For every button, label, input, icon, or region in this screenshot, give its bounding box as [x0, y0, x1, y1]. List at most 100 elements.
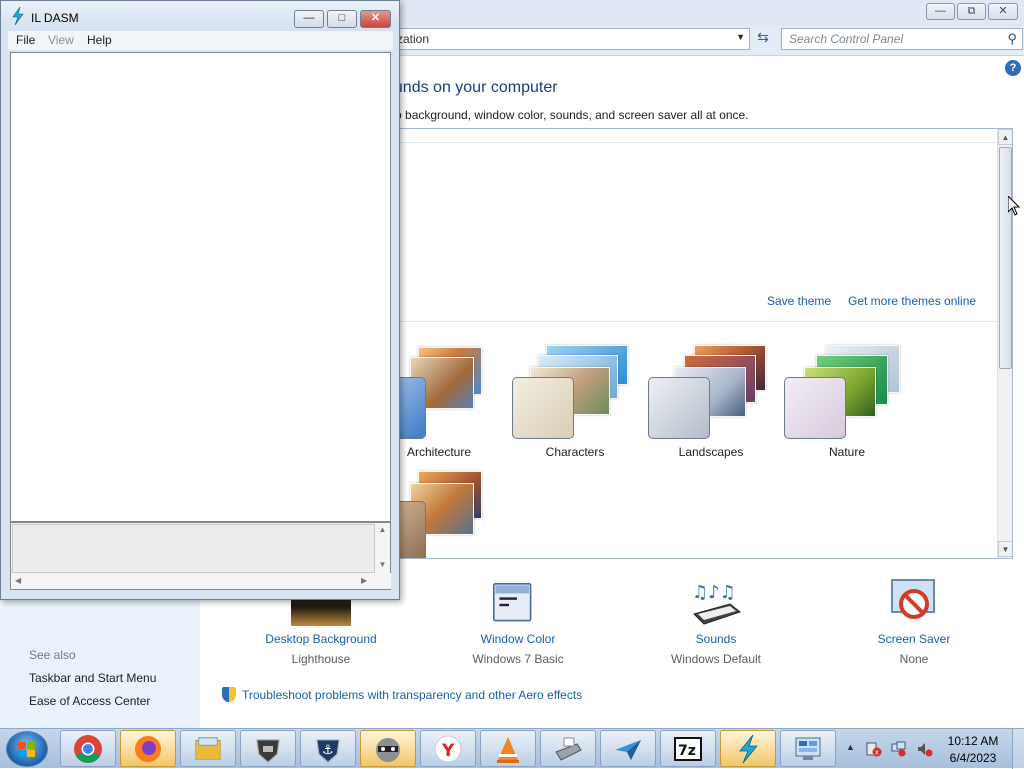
control-panel-icon — [795, 737, 821, 760]
theme-label: Landscapes — [678, 445, 744, 459]
windows-logo-icon — [18, 742, 35, 757]
scroll-up-icon[interactable]: ▲ — [375, 525, 390, 534]
divider — [386, 142, 998, 143]
restore-button[interactable]: ⧉ — [957, 3, 986, 20]
shield-icon — [222, 687, 236, 702]
minimize-button[interactable]: — — [926, 3, 955, 20]
taskbar-7zip[interactable]: 7z — [660, 730, 716, 767]
bottom-item-title[interactable]: Screen Saver — [839, 632, 989, 646]
refresh-icon[interactable]: ⇆ — [752, 29, 774, 49]
search-input[interactable]: Search Control Panel ⚲ — [781, 28, 1023, 50]
close-button[interactable]: ✕ — [988, 3, 1018, 20]
close-button[interactable]: ✕ — [360, 10, 391, 28]
menu-bar: File View Help — [8, 31, 393, 50]
search-placeholder: Search Control Panel — [789, 32, 904, 46]
taskbar-world-of-warships[interactable]: ⚓ — [300, 730, 356, 767]
taskbar-start-menu-link[interactable]: Taskbar and Start Menu — [29, 671, 156, 685]
theme-basic[interactable] — [386, 469, 504, 558]
screen-saver-item[interactable]: Screen Saver None — [839, 578, 989, 670]
save-theme-link[interactable]: Save theme — [767, 294, 831, 308]
raccoon-app-icon — [376, 738, 400, 762]
divider — [386, 321, 998, 322]
theme-thumbnail — [648, 377, 710, 439]
paper-plane-app-icon — [615, 740, 641, 760]
theme-landscapes[interactable]: Landscapes — [646, 345, 776, 465]
menu-view[interactable]: View — [48, 33, 74, 47]
bottom-item-title[interactable]: Window Color — [443, 632, 593, 646]
help-icon[interactable]: ? — [1005, 60, 1021, 76]
address-bar[interactable]: zation ▼ — [390, 28, 750, 50]
taskbar-ildasm[interactable] — [720, 730, 776, 767]
chrome-icon — [74, 735, 102, 763]
theme-architecture[interactable]: Architecture — [386, 345, 504, 465]
vertical-scrollbar[interactable]: ▲ ▼ — [997, 129, 1012, 558]
start-button[interactable] — [6, 731, 48, 767]
page-description: top background, window color, sounds, an… — [385, 108, 749, 122]
scroll-up-icon[interactable]: ▲ — [998, 129, 1012, 145]
theme-nature[interactable]: Nature — [782, 345, 912, 465]
troubleshoot-text[interactable]: Troubleshoot problems with transparency … — [242, 688, 582, 702]
bottom-item-value: Lighthouse — [291, 652, 351, 666]
network-icon[interactable] — [891, 741, 907, 757]
menu-help[interactable]: Help — [87, 33, 112, 47]
tree-view[interactable] — [10, 52, 391, 522]
svg-text:7z: 7z — [678, 743, 696, 759]
ildasm-titlebar[interactable]: IL DASM — □ ✕ — [1, 1, 399, 31]
7zip-icon: 7z — [674, 737, 702, 761]
volume-muted-icon[interactable] — [917, 741, 933, 757]
taskbar-paper-plane-app[interactable] — [600, 730, 656, 767]
scroll-thumb[interactable] — [999, 147, 1012, 369]
output-pane[interactable]: ▲ ▼ ◀ ▶ — [10, 522, 391, 590]
taskbar-yandex-browser[interactable]: Y — [420, 730, 476, 767]
taskbar-world-of-tanks[interactable] — [240, 730, 296, 767]
output-horizontal-scrollbar[interactable]: ◀ ▶ — [11, 573, 391, 589]
theme-label: Architecture — [406, 445, 472, 459]
yandex-browser-icon: Y — [434, 735, 462, 763]
page-title: ounds on your computer — [385, 79, 558, 96]
file-explorer-icon — [195, 737, 221, 760]
svg-text:♫♪♫: ♫♪♫ — [692, 582, 736, 603]
output-vertical-scrollbar[interactable]: ▲ ▼ — [375, 523, 390, 573]
troubleshoot-link[interactable]: Troubleshoot problems with transparency … — [222, 687, 582, 702]
theme-characters[interactable]: Characters — [510, 345, 640, 465]
window-color-item[interactable]: Window Color Windows 7 Basic — [443, 578, 593, 670]
output-text-area[interactable] — [12, 524, 375, 573]
ildasm-window: IL DASM — □ ✕ File View Help ▲ ▼ ◀ ▶ — [0, 0, 400, 600]
minimize-button[interactable]: — — [294, 10, 324, 28]
sidebar: See also Taskbar and Start Menu Ease of … — [0, 600, 200, 728]
clock-time[interactable]: 10:12 AM — [944, 734, 1002, 748]
taskbar-control-panel[interactable] — [780, 730, 836, 767]
ildasm-app-icon — [12, 7, 24, 25]
scroll-down-icon[interactable]: ▼ — [375, 560, 390, 569]
maximize-button[interactable]: □ — [327, 10, 357, 28]
scroll-right-icon[interactable]: ▶ — [361, 576, 367, 585]
show-desktop-button[interactable] — [1012, 729, 1024, 769]
bottom-item-title[interactable]: Sounds — [641, 632, 791, 646]
taskbar-file-explorer[interactable] — [180, 730, 236, 767]
ildasm-icon — [739, 734, 758, 764]
address-text: zation — [397, 32, 430, 46]
bottom-item-value: Windows Default — [670, 652, 762, 666]
bottom-item-title[interactable]: Desktop Background — [246, 632, 396, 646]
action-center-icon[interactable]: x — [866, 741, 882, 757]
taskbar-raccoon-app[interactable] — [360, 730, 416, 767]
address-dropdown-icon[interactable]: ▼ — [736, 32, 745, 42]
ease-of-access-link[interactable]: Ease of Access Center — [29, 694, 150, 708]
show-hidden-icons-icon[interactable]: ▲ — [846, 742, 855, 752]
search-icon[interactable]: ⚲ — [1007, 31, 1017, 47]
taskbar-chrome[interactable] — [60, 730, 116, 767]
taskbar-scanner[interactable] — [540, 730, 596, 767]
taskbar-firefox[interactable] — [120, 730, 176, 767]
clock-date[interactable]: 6/4/2023 — [944, 751, 1002, 765]
world-of-tanks-icon — [256, 739, 280, 763]
window-color-icon — [493, 583, 532, 622]
taskbar-vlc[interactable] — [480, 730, 536, 767]
svg-text:⚓: ⚓ — [322, 743, 334, 758]
scroll-left-icon[interactable]: ◀ — [15, 576, 21, 585]
mouse-pointer-icon — [1008, 196, 1020, 216]
sounds-item[interactable]: ♫♪♫ Sounds Windows Default — [641, 578, 791, 670]
see-also-title: See also — [29, 648, 76, 662]
scroll-down-icon[interactable]: ▼ — [998, 541, 1012, 557]
menu-file[interactable]: File — [16, 33, 35, 47]
get-more-themes-link[interactable]: Get more themes online — [848, 294, 976, 308]
